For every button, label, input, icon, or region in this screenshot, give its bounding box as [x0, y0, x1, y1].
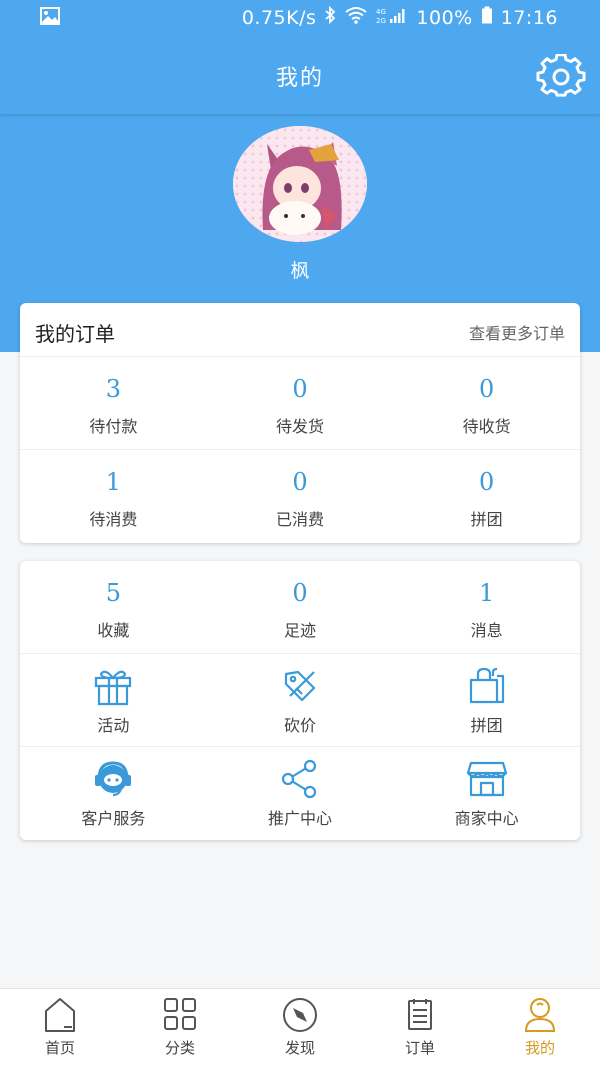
stat-label: 消息 [470, 621, 503, 640]
order-count: 0 [479, 468, 495, 496]
bargain-entry[interactable]: 砍价 [207, 654, 394, 746]
wifi-icon [344, 6, 368, 29]
clipboard-icon [400, 997, 440, 1033]
promotion-center-entry[interactable]: 推广中心 [207, 747, 394, 840]
cellular-signal-icon: 4G 2G [376, 6, 408, 29]
stat-label: 收藏 [97, 621, 130, 640]
order-status-label: 待消费 [89, 510, 138, 529]
order-status-label: 待收货 [462, 417, 511, 436]
bottom-navigation: 首页 分类 发现 订单 我的 [0, 988, 600, 1067]
price-tag-icon [278, 666, 322, 706]
tab-discover[interactable]: 发现 [240, 989, 360, 1067]
stats-row: 5 收藏 0 足迹 1 消息 [20, 561, 580, 654]
network-speed: 0.75K/s [241, 6, 317, 29]
stat-count: 5 [105, 579, 121, 607]
svg-text:4G: 4G [376, 8, 386, 16]
service-label: 客户服务 [81, 809, 146, 828]
order-count: 1 [105, 468, 121, 496]
avatar[interactable] [233, 126, 367, 242]
favorites-stat[interactable]: 5 收藏 [20, 561, 207, 653]
svg-text:2G: 2G [376, 17, 386, 24]
tab-category[interactable]: 分类 [120, 989, 240, 1067]
share-icon [278, 759, 322, 799]
gear-icon[interactable] [536, 53, 586, 100]
order-count: 0 [292, 468, 308, 496]
footprints-stat[interactable]: 0 足迹 [207, 561, 394, 653]
customer-service-entry[interactable]: 客户服务 [20, 747, 207, 840]
status-bar: 0.75K/s 4G 2G 100% 17:16 [0, 0, 600, 36]
headset-icon [91, 759, 135, 799]
service-label: 砍价 [284, 716, 317, 735]
services-row: 活动 砍价 拼团 [20, 654, 580, 747]
order-status-consumed[interactable]: 0 已消费 [207, 450, 394, 543]
order-status-label: 待付款 [89, 417, 138, 436]
stat-label: 足迹 [284, 621, 317, 640]
service-label: 活动 [97, 716, 130, 735]
orders-header: 我的订单 查看更多订单 [20, 303, 580, 357]
image-notification-icon [40, 7, 60, 30]
merchant-center-entry[interactable]: 商家中心 [393, 747, 580, 840]
orders-title: 我的订单 [35, 322, 115, 346]
services-row: 客户服务 推广中心 商家中心 [20, 747, 580, 840]
services-card: 5 收藏 0 足迹 1 消息 活动 砍价 拼团 客户服务 推广中心 商家中心 [20, 561, 580, 840]
tab-label: 我的 [524, 1039, 555, 1057]
order-status-pending-receipt[interactable]: 0 待收货 [393, 357, 580, 449]
stat-count: 1 [479, 579, 495, 607]
orders-row: 3 待付款 0 待发货 0 待收货 [20, 357, 580, 450]
order-status-pending-shipment[interactable]: 0 待发货 [207, 357, 394, 449]
shopping-bag-icon [465, 666, 509, 706]
category-grid-icon [160, 997, 200, 1033]
user-nickname[interactable]: 枫 [0, 256, 600, 283]
battery-icon [481, 6, 493, 29]
order-count: 3 [105, 375, 121, 403]
bluetooth-icon [324, 5, 336, 29]
compass-icon [280, 997, 320, 1033]
tab-orders[interactable]: 订单 [360, 989, 480, 1067]
tab-label: 首页 [44, 1039, 75, 1057]
tab-mine[interactable]: 我的 [480, 989, 600, 1067]
tab-label: 分类 [164, 1039, 195, 1057]
gift-icon [91, 666, 135, 706]
user-icon [520, 997, 560, 1033]
battery-percent: 100% [416, 6, 473, 29]
order-status-label: 已消费 [276, 510, 325, 529]
service-label: 推广中心 [268, 809, 333, 828]
activity-entry[interactable]: 活动 [20, 654, 207, 746]
orders-row: 1 待消费 0 已消费 0 拼团 [20, 450, 580, 543]
clock: 17:16 [500, 6, 558, 29]
order-count: 0 [292, 375, 308, 403]
order-status-to-consume[interactable]: 1 待消费 [20, 450, 207, 543]
home-icon [40, 997, 80, 1033]
store-icon [465, 759, 509, 799]
view-more-orders-link[interactable]: 查看更多订单 [469, 320, 565, 344]
my-orders-card: 我的订单 查看更多订单 3 待付款 0 待发货 0 待收货 1 待消费 0 已消… [20, 303, 580, 543]
service-label: 商家中心 [454, 809, 519, 828]
messages-stat[interactable]: 1 消息 [393, 561, 580, 653]
title-bar: 我的 [0, 36, 600, 114]
service-label: 拼团 [470, 716, 503, 735]
order-status-label: 拼团 [470, 510, 503, 529]
group-buy-entry[interactable]: 拼团 [393, 654, 580, 746]
order-status-group-buy[interactable]: 0 拼团 [393, 450, 580, 543]
order-status-label: 待发货 [276, 417, 325, 436]
stat-count: 0 [292, 579, 308, 607]
tab-label: 订单 [404, 1039, 435, 1057]
page-title: 我的 [275, 66, 324, 91]
tab-label: 发现 [284, 1039, 315, 1057]
order-status-pending-payment[interactable]: 3 待付款 [20, 357, 207, 449]
order-count: 0 [479, 375, 495, 403]
tab-home[interactable]: 首页 [0, 989, 120, 1067]
